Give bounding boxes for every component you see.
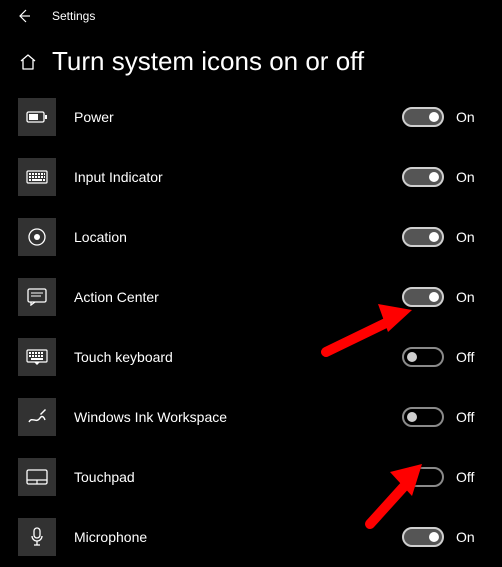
toggle-state-label: On [456,229,482,245]
setting-row-action-center: Action Center On [18,267,502,327]
toggle-wrap: Off [402,347,502,367]
setting-row-location: Location On [18,207,502,267]
toggle-wrap: On [402,527,502,547]
setting-row-power: Power On [18,87,502,147]
toggle-knob [407,472,417,482]
setting-label: Input Indicator [74,169,384,185]
setting-label: Action Center [74,289,384,305]
toggle-knob [429,532,439,542]
touch-keyboard-icon [18,338,56,376]
toggle-knob [429,232,439,242]
windows-ink-icon [18,398,56,436]
toggle-knob [407,412,417,422]
toggle-state-label: On [456,289,482,305]
window-title: Settings [52,9,95,23]
home-icon[interactable] [18,52,38,72]
toggle-input-indicator[interactable] [402,167,444,187]
setting-label: Microphone [74,529,384,545]
toggle-state-label: Off [456,349,482,365]
titlebar: Settings [0,0,502,32]
toggle-state-label: On [456,169,482,185]
back-button[interactable] [16,8,32,24]
toggle-action-center[interactable] [402,287,444,307]
toggle-wrap: Off [402,407,502,427]
toggle-wrap: On [402,227,502,247]
setting-row-input-indicator: Input Indicator On [18,147,502,207]
toggle-knob [429,172,439,182]
toggle-location[interactable] [402,227,444,247]
setting-row-microphone: Microphone On [18,507,502,567]
toggle-knob [429,112,439,122]
action-center-icon [18,278,56,316]
setting-label: Power [74,109,384,125]
setting-label: Touch keyboard [74,349,384,365]
toggle-microphone[interactable] [402,527,444,547]
back-arrow-icon [16,8,32,24]
setting-row-windows-ink: Windows Ink Workspace Off [18,387,502,447]
settings-list: PowerOnInput IndicatorOnLocationOnAction… [0,87,502,567]
toggle-knob [407,352,417,362]
toggle-wrap: On [402,167,502,187]
toggle-state-label: On [456,529,482,545]
toggle-state-label: On [456,109,482,125]
page-header: Turn system icons on or off [0,32,502,87]
toggle-state-label: Off [456,469,482,485]
setting-row-touchpad: Touchpad Off [18,447,502,507]
microphone-icon [18,518,56,556]
toggle-touchpad[interactable] [402,467,444,487]
toggle-wrap: On [402,287,502,307]
toggle-wrap: Off [402,467,502,487]
setting-label: Location [74,229,384,245]
toggle-knob [429,292,439,302]
setting-label: Windows Ink Workspace [74,409,384,425]
power-icon [18,98,56,136]
touchpad-icon [18,458,56,496]
setting-row-touch-keyboard: Touch keyboard Off [18,327,502,387]
setting-label: Touchpad [74,469,384,485]
toggle-windows-ink[interactable] [402,407,444,427]
toggle-power[interactable] [402,107,444,127]
input-indicator-icon [18,158,56,196]
toggle-wrap: On [402,107,502,127]
toggle-state-label: Off [456,409,482,425]
toggle-touch-keyboard[interactable] [402,347,444,367]
location-icon [18,218,56,256]
page-title: Turn system icons on or off [52,46,364,77]
